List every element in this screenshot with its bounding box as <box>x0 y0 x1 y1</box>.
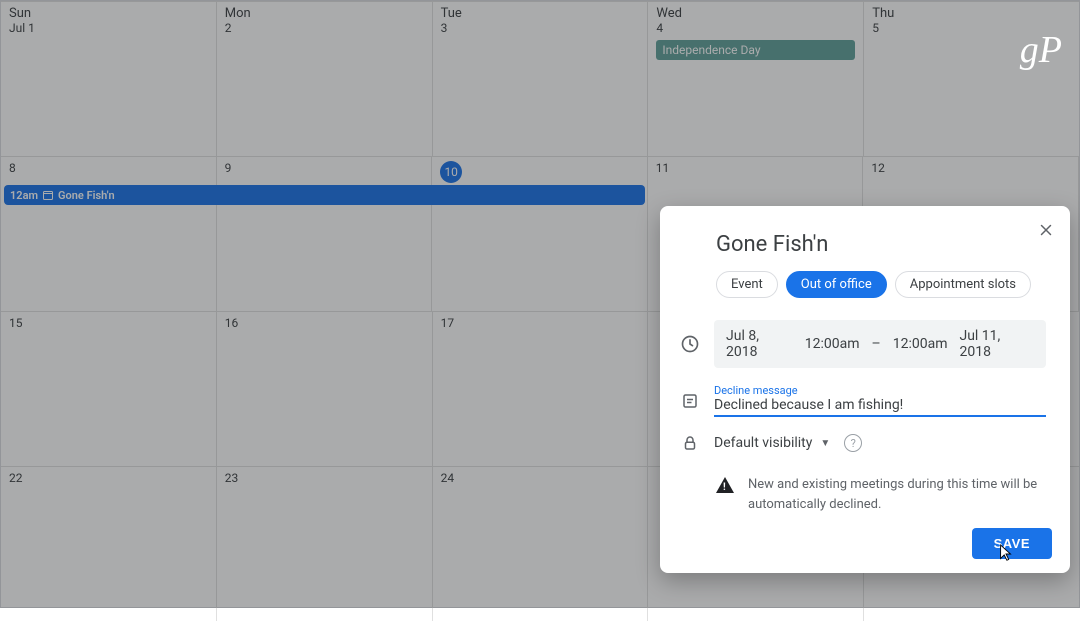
note-icon <box>680 391 700 411</box>
end-time: 12:00am <box>893 336 948 352</box>
close-icon <box>1037 221 1055 239</box>
event-type-tabs: Event Out of office Appointment slots <box>660 269 1070 312</box>
calendar-day[interactable]: Mon 2 <box>217 2 433 156</box>
visibility-value: Default visibility <box>714 435 812 451</box>
chevron-down-icon: ▼ <box>820 438 830 449</box>
lock-icon <box>680 433 700 453</box>
day-number: 12 <box>871 161 891 175</box>
auto-decline-notice: New and existing meetings during this ti… <box>660 461 1070 522</box>
calendar-day[interactable]: 9 <box>217 157 433 311</box>
holiday-chip[interactable]: Independence Day <box>656 40 855 60</box>
visibility-row: Default visibility ▼ ? <box>660 425 1070 461</box>
event-title-input[interactable]: Gone Fish'n <box>660 224 1070 269</box>
tab-out-of-office[interactable]: Out of office <box>786 271 887 298</box>
calendar-day[interactable]: 8 <box>1 157 217 311</box>
quick-create-event-modal: Gone Fish'n Event Out of office Appointm… <box>660 206 1070 573</box>
tab-appointment-slots[interactable]: Appointment slots <box>895 271 1031 298</box>
calendar-day[interactable]: 17 <box>433 312 649 466</box>
weekday-label: Thu <box>872 6 1071 21</box>
calendar-day[interactable]: 16 <box>217 312 433 466</box>
day-number: 22 <box>9 471 29 485</box>
decline-row: Decline message Declined because I am fi… <box>660 376 1070 425</box>
start-date: Jul 8, 2018 <box>726 328 793 360</box>
calendar-day[interactable]: Wed 4 Independence Day <box>648 2 864 156</box>
day-number: Jul 1 <box>9 21 35 35</box>
day-number: 24 <box>441 471 461 485</box>
time-dash: – <box>872 336 881 352</box>
calendar-day[interactable]: Thu 5 <box>864 2 1079 156</box>
day-number: 8 <box>9 161 29 175</box>
tab-event[interactable]: Event <box>716 271 778 298</box>
out-of-office-event[interactable]: 12am Gone Fish'n <box>4 185 645 205</box>
calendar-day[interactable]: 24 <box>433 467 649 621</box>
notice-text: New and existing meetings during this ti… <box>748 475 1046 514</box>
day-number: 17 <box>441 316 461 330</box>
clock-icon <box>680 334 700 354</box>
day-number: 23 <box>225 471 245 485</box>
day-number: 16 <box>225 316 245 330</box>
calendar-week: Sun Jul 1 Mon 2 Tue 3 Wed 4 Independence… <box>1 1 1079 156</box>
decline-message-field[interactable]: Decline message Declined because I am fi… <box>714 384 1046 417</box>
day-number: 5 <box>872 21 892 35</box>
weekday-label: Wed <box>656 6 855 21</box>
calendar-day[interactable]: Tue 3 <box>433 2 649 156</box>
calendar-day[interactable]: Sun Jul 1 <box>1 2 217 156</box>
day-number: 4 <box>656 21 676 35</box>
end-date: Jul 11, 2018 <box>959 328 1034 360</box>
day-number: 2 <box>225 21 245 35</box>
time-row: Jul 8, 2018 12:00am – 12:00am Jul 11, 20… <box>660 312 1070 376</box>
calendar-day[interactable]: 22 <box>1 467 217 621</box>
weekday-label: Sun <box>9 6 208 21</box>
help-icon[interactable]: ? <box>844 434 862 452</box>
calendar-event-icon <box>42 189 54 201</box>
day-number: 3 <box>441 21 461 35</box>
weekday-label: Tue <box>441 6 640 21</box>
calendar-day[interactable]: 10 <box>432 157 648 311</box>
time-range[interactable]: Jul 8, 2018 12:00am – 12:00am Jul 11, 20… <box>714 320 1046 368</box>
decline-message-label: Decline message <box>714 384 1046 397</box>
calendar-day[interactable]: 15 <box>1 312 217 466</box>
event-time: 12am <box>10 189 38 202</box>
close-button[interactable] <box>1032 216 1060 244</box>
day-number: 11 <box>656 161 676 175</box>
start-time: 12:00am <box>805 336 860 352</box>
warning-icon <box>716 477 734 493</box>
weekday-label: Mon <box>225 6 424 21</box>
visibility-dropdown[interactable]: Default visibility ▼ ? <box>714 434 862 452</box>
day-number: 9 <box>225 161 245 175</box>
decline-message-value: Declined because I am fishing! <box>714 397 1046 413</box>
day-number: 15 <box>9 316 29 330</box>
event-title: Gone Fish'n <box>58 189 115 202</box>
calendar-day[interactable]: 23 <box>217 467 433 621</box>
day-number-today: 10 <box>440 161 462 183</box>
mouse-cursor <box>997 543 1015 565</box>
